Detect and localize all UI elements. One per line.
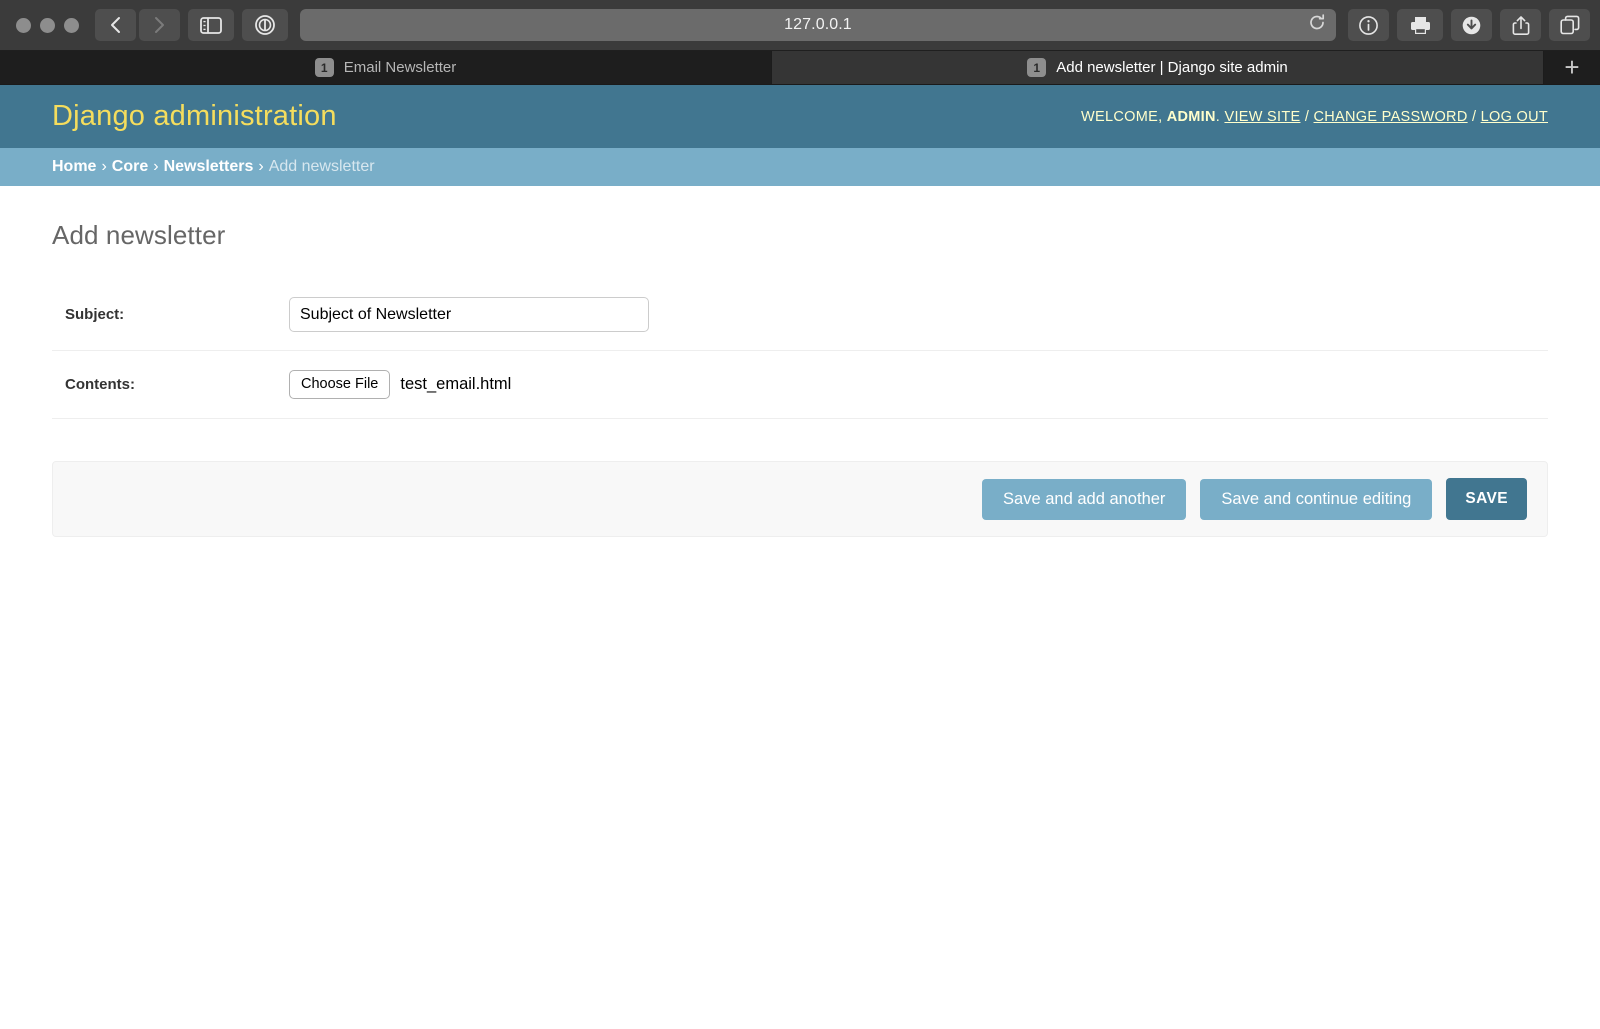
- forward-button[interactable]: [139, 9, 180, 41]
- tab-overview-group: [1549, 9, 1590, 41]
- reader-button-group: [242, 9, 288, 41]
- minimize-window-button[interactable]: [40, 17, 55, 33]
- breadcrumb: Home › Core › Newsletters › Add newslett…: [0, 148, 1600, 186]
- user-tools: WELCOME, ADMIN. VIEW SITE / CHANGE PASSW…: [1081, 109, 1548, 125]
- forward-chevron-icon: [155, 17, 164, 33]
- choose-file-button[interactable]: Choose File: [289, 370, 391, 399]
- reader-view-icon: [255, 15, 275, 35]
- tab-title: Email Newsletter: [343, 59, 457, 76]
- breadcrumb-core[interactable]: Core: [112, 158, 148, 176]
- page-info-group: [1348, 9, 1389, 41]
- breadcrumb-home[interactable]: Home: [52, 158, 96, 176]
- new-tab-button[interactable]: +: [1544, 51, 1600, 84]
- info-icon: [1359, 15, 1378, 35]
- breadcrumb-separator: ›: [101, 158, 107, 175]
- tab-overview-button[interactable]: [1549, 9, 1590, 41]
- contents-label: Contents:: [65, 376, 135, 393]
- form-row-subject: Subject:: [52, 279, 1548, 351]
- address-bar[interactable]: 127.0.0.1: [300, 9, 1336, 41]
- breadcrumb-separator: ›: [153, 158, 159, 175]
- form-row-contents: Contents: Choose File test_email.html: [52, 351, 1548, 419]
- breadcrumb-current: Add newsletter: [268, 158, 375, 175]
- tab-title: Add newsletter | Django site admin: [1056, 59, 1288, 76]
- back-chevron-icon: [111, 17, 120, 33]
- subject-label: Subject:: [65, 306, 125, 323]
- tools-separator-1: /: [1304, 108, 1310, 125]
- subject-input[interactable]: [289, 297, 649, 332]
- browser-toolbar: 127.0.0.1: [0, 0, 1600, 51]
- reload-icon: [1310, 14, 1325, 30]
- share-button[interactable]: [1500, 9, 1541, 41]
- print-icon: [1410, 17, 1430, 34]
- back-button[interactable]: [95, 9, 136, 41]
- share-group: [1500, 9, 1541, 41]
- info-button[interactable]: [1348, 9, 1389, 41]
- window-traffic-lights: [10, 17, 87, 33]
- tools-separator-2: /: [1471, 108, 1477, 125]
- add-newsletter-form: Subject: Contents: Choose File test_emai…: [52, 279, 1548, 537]
- save-and-continue-editing-button[interactable]: Save and continue editing: [1200, 478, 1433, 520]
- tab-badge: 1: [314, 58, 334, 77]
- current-username: ADMIN: [1166, 108, 1216, 125]
- browser-tab-email-newsletter[interactable]: 1 Email Newsletter: [0, 51, 772, 84]
- browser-tab-add-newsletter[interactable]: 1 Add newsletter | Django site admin: [772, 51, 1544, 84]
- browser-tab-bar: 1 Email Newsletter 1 Add newsletter | Dj…: [0, 51, 1600, 85]
- view-site-link[interactable]: VIEW SITE: [1224, 109, 1300, 125]
- print-group: [1397, 9, 1443, 41]
- contents-file-field: Choose File test_email.html: [289, 370, 512, 399]
- submit-row: Save and add another Save and continue e…: [52, 461, 1548, 537]
- selected-file-name: test_email.html: [400, 375, 512, 393]
- save-button[interactable]: SAVE: [1446, 478, 1527, 520]
- welcome-prefix: WELCOME,: [1081, 108, 1163, 125]
- sidebar-button-group: [188, 9, 234, 41]
- sidebar-toggle-icon: [200, 16, 222, 34]
- url-text: 127.0.0.1: [784, 16, 852, 33]
- maximize-window-button[interactable]: [64, 17, 79, 33]
- django-admin-header: Django administration WELCOME, ADMIN. VI…: [0, 85, 1600, 148]
- print-button[interactable]: [1397, 9, 1443, 41]
- download-button[interactable]: [1451, 9, 1492, 41]
- site-brand-title: Django administration: [52, 100, 337, 132]
- save-and-add-another-button[interactable]: Save and add another: [982, 478, 1187, 520]
- change-password-link[interactable]: CHANGE PASSWORD: [1314, 109, 1468, 125]
- download-icon: [1462, 16, 1481, 34]
- page-title: Add newsletter: [52, 220, 226, 250]
- breadcrumb-newsletters[interactable]: Newsletters: [164, 158, 254, 176]
- navigation-buttons: [95, 9, 180, 41]
- sidebar-toggle-button[interactable]: [188, 9, 234, 41]
- close-window-button[interactable]: [16, 17, 31, 33]
- log-out-link[interactable]: LOG OUT: [1481, 109, 1548, 125]
- reload-button[interactable]: [1308, 14, 1326, 37]
- username-period: .: [1215, 108, 1221, 125]
- share-icon: [1512, 15, 1529, 35]
- main-content: Add newsletter Subject: Contents: Choose…: [0, 186, 1600, 537]
- reader-view-button[interactable]: [242, 9, 288, 41]
- download-group: [1451, 9, 1492, 41]
- tab-overview-icon: [1559, 15, 1579, 35]
- tab-badge: 1: [1027, 58, 1047, 77]
- breadcrumb-separator: ›: [258, 158, 264, 175]
